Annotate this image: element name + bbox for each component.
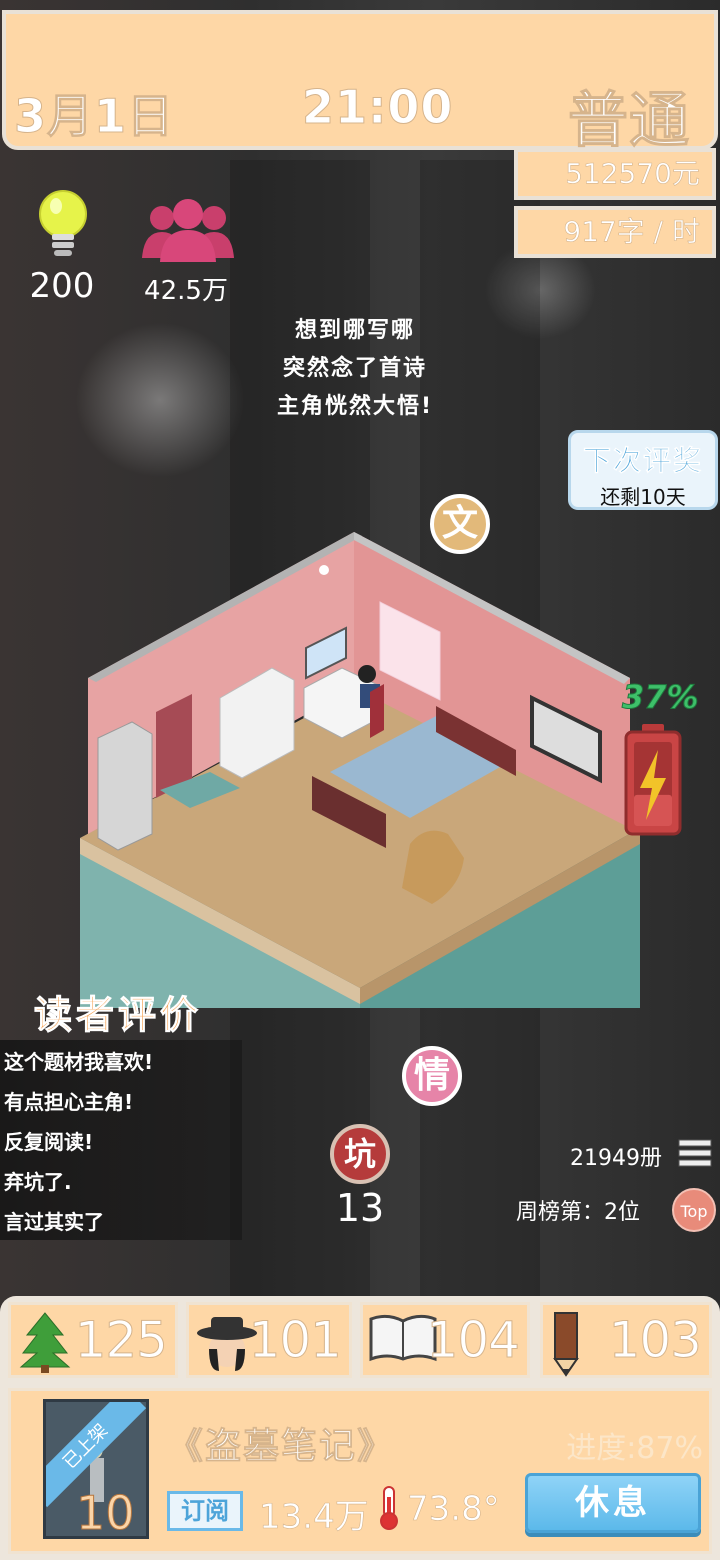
attribute-character[interactable]: 101	[186, 1302, 352, 1378]
story-line: 主角恍然大悟!	[276, 394, 434, 419]
story-line: 想到哪写哪	[294, 318, 415, 343]
award-title: 下次评奖	[582, 444, 703, 478]
energy-percent: 37%	[622, 678, 700, 717]
story-event-text: 想到哪写哪 突然念了首诗 主角恍然大悟!	[240, 312, 470, 426]
review-item: 弃坑了.	[4, 1170, 72, 1194]
top-status-bar: 3月1日 21:00 普通	[2, 10, 718, 157]
rest-button[interactable]: 休息	[525, 1473, 701, 1533]
writer-room-illustration	[80, 528, 640, 1012]
battery-icon[interactable]	[624, 724, 682, 840]
attribute-value: 125	[74, 1311, 168, 1370]
reader-reviews-list: 这个题材我喜欢! 有点担心主角! 反复阅读! 弃坑了. 言过其实了	[0, 1040, 242, 1240]
plot-hole-bubble-icon[interactable]: 坑	[330, 1124, 390, 1184]
emotion-bubble-icon[interactable]: 情	[402, 1046, 462, 1106]
attribute-knowledge[interactable]: 104	[360, 1302, 530, 1378]
game-time: 21:00	[301, 80, 454, 135]
attribute-environment[interactable]: 125	[8, 1302, 178, 1378]
reader-reviews-title: 读者评价	[33, 993, 203, 1038]
plot-hole-count: 13	[335, 1186, 385, 1230]
story-line: 突然念了首诗	[282, 356, 427, 381]
difficulty-mode[interactable]: 普通	[568, 72, 690, 159]
fans-icon[interactable]	[140, 196, 236, 272]
lightbulb-icon[interactable]	[36, 188, 90, 272]
money-display: 512570元	[514, 148, 716, 200]
review-item: 言过其实了	[4, 1210, 104, 1234]
book-title: 《盗墓笔记》	[167, 1426, 396, 1468]
award-remaining: 还剩10天	[600, 485, 686, 509]
book-heat: 73.8°	[407, 1489, 500, 1530]
game-date: 3月1日	[13, 89, 175, 144]
thermometer-icon	[375, 1485, 403, 1535]
attribute-value: 101	[248, 1311, 342, 1370]
attribute-value: 104	[426, 1311, 520, 1370]
writing-bubble-icon[interactable]: 文	[430, 494, 490, 554]
pencil-icon	[549, 1311, 583, 1381]
review-item: 这个题材我喜欢!	[4, 1050, 154, 1074]
subscriber-count: 13.4万	[259, 1497, 369, 1538]
book-progress: 进度:87%	[566, 1431, 703, 1466]
idea-count: 200	[29, 266, 95, 306]
writing-speed-display: 917字 / 时	[514, 206, 716, 258]
review-item: 反复阅读!	[4, 1130, 94, 1154]
attribute-writing[interactable]: 103	[540, 1302, 712, 1378]
current-book-card[interactable]: 已上架 10 《盗墓笔记》 进度:87% 订阅 13.4万 73.8° 休息	[8, 1388, 712, 1554]
attribute-value: 103	[608, 1311, 702, 1370]
top-rank-button[interactable]: Top	[672, 1188, 716, 1232]
cover-number: 10	[76, 1486, 136, 1539]
books-sold: 21949册	[570, 1146, 662, 1171]
book-cover[interactable]: 已上架 10	[43, 1399, 149, 1539]
subscribe-button[interactable]: 订阅	[167, 1491, 243, 1531]
tree-icon	[17, 1311, 73, 1377]
next-award-panel[interactable]: 下次评奖 还剩10天	[568, 430, 718, 510]
review-item: 有点担心主角!	[4, 1090, 134, 1114]
book-stack-icon	[678, 1138, 712, 1174]
fan-count: 42.5万	[144, 276, 228, 306]
weekly-rank: 周榜第：2位	[516, 1200, 640, 1225]
